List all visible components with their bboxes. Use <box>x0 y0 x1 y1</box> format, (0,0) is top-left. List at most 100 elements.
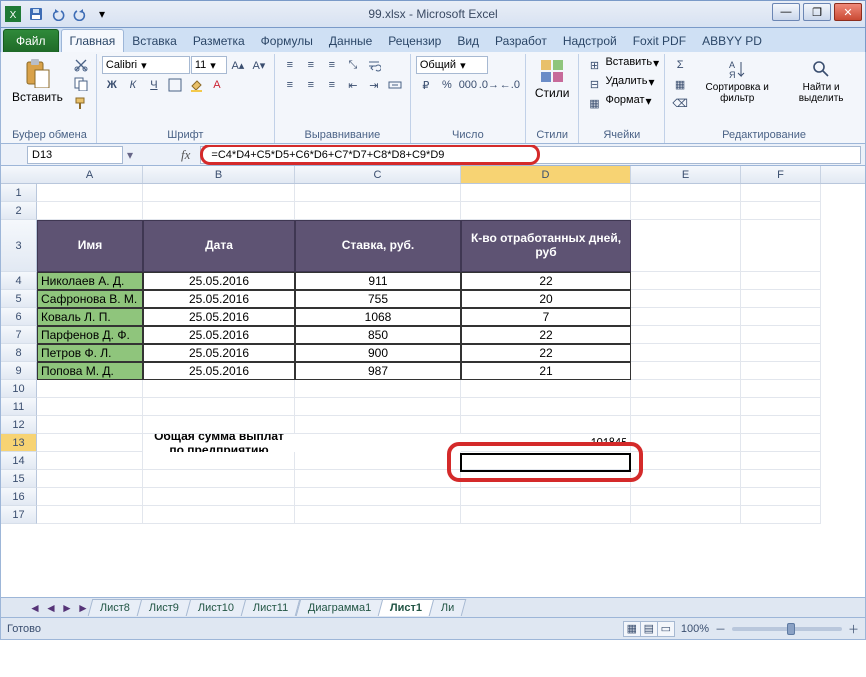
tab-abbyy[interactable]: ABBYY PD <box>694 30 770 52</box>
table-cell[interactable]: 20 <box>461 290 631 308</box>
cell[interactable] <box>631 308 741 326</box>
col-header-d[interactable]: D <box>461 166 631 183</box>
cell[interactable] <box>37 416 143 434</box>
table-cell[interactable]: 22 <box>461 344 631 362</box>
col-header-e[interactable]: E <box>631 166 741 183</box>
cell[interactable] <box>295 506 461 524</box>
table-cell[interactable]: 900 <box>295 344 461 362</box>
comma-icon[interactable]: 000 <box>458 76 478 94</box>
cell[interactable] <box>461 184 631 202</box>
cell[interactable] <box>295 470 461 488</box>
cell[interactable] <box>741 506 821 524</box>
zoom-in-icon[interactable]: ＋ <box>848 621 859 637</box>
total-label[interactable]: Общая сумма выплат по предприятию <box>143 434 295 452</box>
table-cell[interactable]: 987 <box>295 362 461 380</box>
sheet-tab[interactable]: Лист9 <box>137 599 192 616</box>
cell[interactable] <box>143 184 295 202</box>
row-header[interactable]: 11 <box>1 398 37 416</box>
align-top-icon[interactable]: ≡ <box>280 56 300 74</box>
cut-icon[interactable] <box>71 56 91 74</box>
cell[interactable] <box>461 398 631 416</box>
copy-icon[interactable] <box>71 75 91 93</box>
tab-foxit[interactable]: Foxit PDF <box>625 30 694 52</box>
format-cells-icon[interactable]: ▦ <box>584 94 604 112</box>
cell[interactable] <box>37 470 143 488</box>
cell[interactable] <box>295 452 461 470</box>
table-name-cell[interactable]: Коваль Л. П. <box>37 308 143 326</box>
table-cell[interactable]: 1068 <box>295 308 461 326</box>
row-header[interactable]: 16 <box>1 488 37 506</box>
tab-home[interactable]: Главная <box>61 29 125 52</box>
minimize-button[interactable]: — <box>772 3 800 21</box>
cell[interactable] <box>37 398 143 416</box>
indent-dec-icon[interactable]: ⇤ <box>343 76 363 94</box>
cell[interactable] <box>631 506 741 524</box>
cell[interactable] <box>741 184 821 202</box>
cell[interactable] <box>741 362 821 380</box>
cell[interactable] <box>741 220 821 272</box>
cell[interactable] <box>37 506 143 524</box>
cell[interactable] <box>741 202 821 220</box>
cell[interactable] <box>631 362 741 380</box>
align-bottom-icon[interactable]: ≡ <box>322 56 342 74</box>
cell[interactable] <box>631 488 741 506</box>
cell[interactable] <box>461 452 631 470</box>
cell[interactable] <box>631 452 741 470</box>
cell[interactable] <box>631 202 741 220</box>
row-header[interactable]: 12 <box>1 416 37 434</box>
insert-cells-icon[interactable]: ⊞ <box>584 56 604 74</box>
sheet-tab[interactable]: Лист10 <box>186 599 247 616</box>
font-size-combo[interactable]: 11▾ <box>191 56 227 74</box>
tab-review[interactable]: Рецензир <box>380 30 449 52</box>
cell[interactable] <box>37 434 143 452</box>
cell[interactable] <box>631 220 741 272</box>
fill-icon[interactable]: ▦ <box>670 75 690 93</box>
percent-icon[interactable]: % <box>437 76 457 94</box>
sheet-tab-active[interactable]: Лист1 <box>378 599 435 616</box>
paste-button[interactable]: Вставить <box>8 56 67 106</box>
fill-color-icon[interactable] <box>186 76 206 94</box>
table-cell[interactable]: 850 <box>295 326 461 344</box>
view-buttons[interactable]: ▦▤▭ <box>624 621 675 637</box>
zoom-out-icon[interactable]: － <box>715 621 726 637</box>
cell[interactable] <box>741 326 821 344</box>
cell[interactable] <box>37 202 143 220</box>
cell[interactable] <box>461 416 631 434</box>
cell[interactable] <box>741 470 821 488</box>
cell[interactable] <box>295 380 461 398</box>
tab-insert[interactable]: Вставка <box>124 30 185 52</box>
row-header[interactable]: 5 <box>1 290 37 308</box>
cell[interactable] <box>741 308 821 326</box>
inc-decimal-icon[interactable]: .0→ <box>479 76 499 94</box>
table-name-cell[interactable]: Петров Ф. Л. <box>37 344 143 362</box>
cell[interactable] <box>143 202 295 220</box>
sheet-nav-next-icon[interactable]: ► <box>59 600 75 616</box>
cell[interactable] <box>741 434 821 452</box>
table-cell[interactable]: 22 <box>461 326 631 344</box>
cell[interactable] <box>143 398 295 416</box>
cell[interactable] <box>37 184 143 202</box>
table-header[interactable]: К-во отработанных дней, руб <box>461 220 631 272</box>
table-name-cell[interactable]: Сафронова В. М. <box>37 290 143 308</box>
cell[interactable] <box>741 272 821 290</box>
underline-button[interactable]: Ч <box>144 76 164 94</box>
cell[interactable] <box>741 380 821 398</box>
cell[interactable] <box>741 452 821 470</box>
close-button[interactable]: ✕ <box>834 3 862 21</box>
cell[interactable] <box>631 326 741 344</box>
orientation-icon[interactable]: ⤡ <box>343 56 363 74</box>
tab-page-layout[interactable]: Разметка <box>185 30 253 52</box>
font-name-combo[interactable]: Calibri▾ <box>102 56 190 74</box>
tab-data[interactable]: Данные <box>321 30 380 52</box>
table-name-cell[interactable]: Попова М. Д. <box>37 362 143 380</box>
cell[interactable] <box>461 202 631 220</box>
table-cell[interactable]: 25.05.2016 <box>143 308 295 326</box>
cell[interactable] <box>631 470 741 488</box>
find-select-button[interactable]: Найти и выделить <box>784 56 858 106</box>
table-cell[interactable]: 7 <box>461 308 631 326</box>
dec-decimal-icon[interactable]: ←.0 <box>500 76 520 94</box>
border-icon[interactable] <box>165 76 185 94</box>
cell[interactable] <box>295 416 461 434</box>
table-cell[interactable]: 25.05.2016 <box>143 362 295 380</box>
cell[interactable] <box>741 344 821 362</box>
